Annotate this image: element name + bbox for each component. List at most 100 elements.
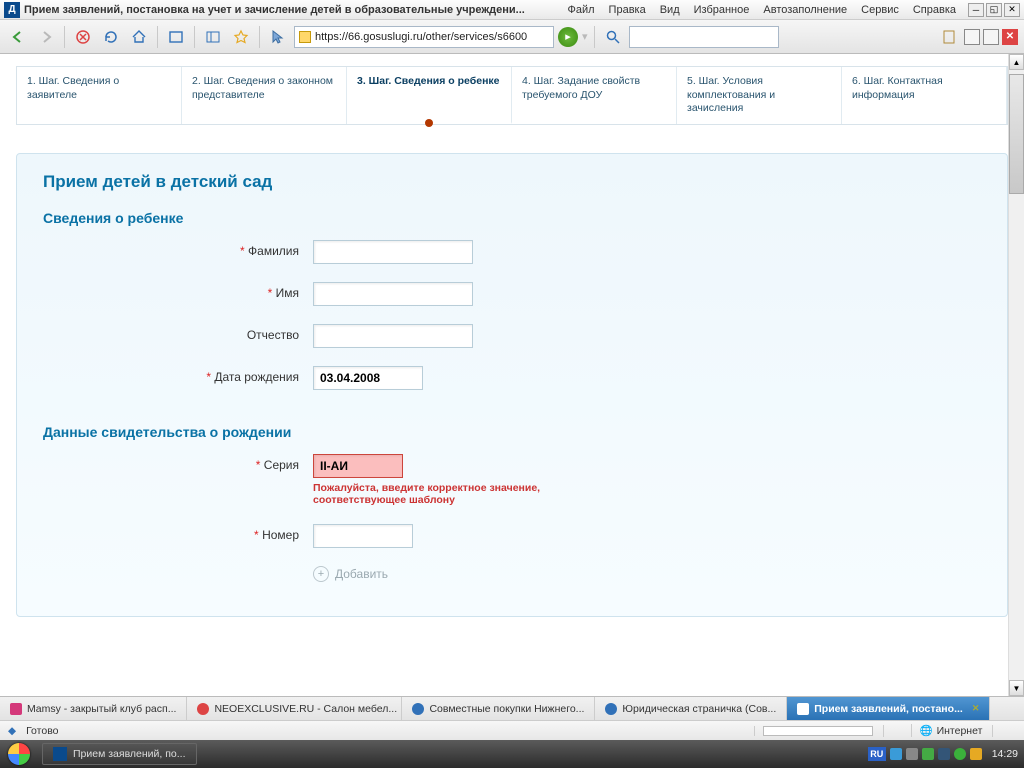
- favicon-icon: [605, 703, 617, 715]
- number-input[interactable]: [313, 524, 413, 548]
- status-ready: Готово: [26, 725, 58, 737]
- status-cell-2: [992, 725, 1016, 737]
- section-child: Сведения о ребенке: [43, 210, 981, 226]
- scroll-thumb[interactable]: [1009, 74, 1024, 194]
- status-zone: Интернет: [937, 725, 983, 737]
- bookmark-button[interactable]: [229, 25, 253, 49]
- toggle-2[interactable]: [983, 29, 999, 45]
- lastname-label: Фамилия: [248, 244, 299, 258]
- series-label: Серия: [264, 458, 299, 472]
- dob-label: Дата рождения: [214, 370, 299, 384]
- pointer-icon[interactable]: [266, 25, 290, 49]
- tray-icon[interactable]: [922, 748, 934, 760]
- progress-bar: [763, 726, 873, 736]
- app-icon: Д: [4, 2, 20, 18]
- add-button[interactable]: + Добавить: [313, 566, 981, 582]
- refresh-button[interactable]: [99, 25, 123, 49]
- favicon-icon: [197, 703, 209, 715]
- url-text: https://66.gosuslugi.ru/other/services/s…: [315, 31, 549, 43]
- restore-button[interactable]: ◱: [986, 3, 1002, 17]
- section-certificate: Данные свидетельства о рождении: [43, 424, 981, 440]
- language-indicator[interactable]: RU: [868, 747, 886, 761]
- address-bar[interactable]: https://66.gosuslugi.ru/other/services/s…: [294, 26, 554, 48]
- series-error: Пожалуйста, введите корректное значение,…: [313, 482, 563, 506]
- step-1[interactable]: 1. Шаг. Сведения о заявителе: [17, 67, 182, 124]
- status-bar: ◆ Готово 🌐 Интернет: [0, 720, 1024, 740]
- minimize-button[interactable]: ─: [968, 3, 984, 17]
- tray-icon[interactable]: [906, 748, 918, 760]
- menu-file[interactable]: Файл: [562, 2, 601, 18]
- tab-5-active[interactable]: Прием заявлений, постано... ✕: [787, 697, 990, 720]
- menu-favorites[interactable]: Избранное: [688, 2, 756, 18]
- plus-icon: +: [313, 566, 329, 582]
- add-label: Добавить: [335, 567, 388, 581]
- middlename-label: Отчество: [247, 328, 299, 342]
- menu-autofill[interactable]: Автозаполнение: [757, 2, 853, 18]
- menu-view[interactable]: Вид: [654, 2, 686, 18]
- scroll-down-icon[interactable]: ▼: [1009, 680, 1024, 696]
- lastname-input[interactable]: [313, 240, 473, 264]
- stop-button[interactable]: [71, 25, 95, 49]
- toggle-1[interactable]: [964, 29, 980, 45]
- favicon-icon: [412, 703, 424, 715]
- firstname-label: Имя: [276, 286, 299, 300]
- step-2[interactable]: 2. Шаг. Сведения о законном представител…: [182, 67, 347, 124]
- step-tabs: 1. Шаг. Сведения о заявителе 2. Шаг. Све…: [16, 66, 1008, 125]
- tab-label: Юридическая страничка (Сов...: [622, 703, 776, 715]
- scroll-up-icon[interactable]: ▲: [1009, 54, 1024, 70]
- step-3[interactable]: 3. Шаг. Сведения о ребенке: [347, 67, 512, 124]
- forward-button[interactable]: [34, 25, 58, 49]
- start-button[interactable]: [0, 740, 38, 768]
- favicon-icon: [797, 703, 809, 715]
- tab-2[interactable]: NEOEXCLUSIVE.RU - Салон мебел...: [187, 697, 402, 720]
- taskbar-app-label: Прием заявлений, по...: [73, 748, 186, 760]
- home-button[interactable]: [127, 25, 151, 49]
- series-input[interactable]: [313, 454, 403, 478]
- menu-bar: Файл Правка Вид Избранное Автозаполнение…: [562, 2, 963, 18]
- scrollbar[interactable]: ▲ ▼: [1008, 54, 1024, 696]
- tab-close-icon[interactable]: ✕: [972, 703, 980, 714]
- panel-button[interactable]: [201, 25, 225, 49]
- tab-label: Совместные покупки Нижнего...: [429, 703, 584, 715]
- dob-input[interactable]: [313, 366, 423, 390]
- tab-4[interactable]: Юридическая страничка (Сов...: [595, 697, 787, 720]
- number-label: Номер: [262, 528, 299, 542]
- browser-tabs: Mamsy - закрытый клуб расп... NEOEXCLUSI…: [0, 696, 1024, 720]
- tab-1[interactable]: Mamsy - закрытый клуб расп...: [0, 697, 187, 720]
- form-title: Прием детей в детский сад: [43, 172, 981, 192]
- tab-label: NEOEXCLUSIVE.RU - Салон мебел...: [214, 703, 397, 715]
- new-window-icon[interactable]: [164, 25, 188, 49]
- step-6[interactable]: 6. Шаг. Контактная информация: [842, 67, 1007, 124]
- menu-service[interactable]: Сервис: [855, 2, 905, 18]
- tab-label: Прием заявлений, постано...: [814, 703, 963, 715]
- search-icon[interactable]: [601, 25, 625, 49]
- taskbar-app[interactable]: Прием заявлений, по...: [42, 743, 197, 765]
- search-input[interactable]: [629, 26, 779, 48]
- clock[interactable]: 14:29: [992, 748, 1018, 760]
- firstname-input[interactable]: [313, 282, 473, 306]
- tab-3[interactable]: Совместные покупки Нижнего...: [402, 697, 595, 720]
- tray-icon[interactable]: [890, 748, 902, 760]
- step-4[interactable]: 4. Шаг. Задание свойств требуемого ДОУ: [512, 67, 677, 124]
- back-button[interactable]: [6, 25, 30, 49]
- system-tray: RU 14:29: [868, 747, 1018, 761]
- window-title: Прием заявлений, постановка на учет и за…: [24, 4, 525, 16]
- go-button[interactable]: ▸: [558, 27, 578, 47]
- close-button[interactable]: ✕: [1004, 3, 1020, 17]
- tray-icon[interactable]: [954, 748, 966, 760]
- form-card: Прием детей в детский сад Сведения о реб…: [16, 153, 1008, 617]
- status-cell: [883, 725, 901, 737]
- menu-edit[interactable]: Правка: [603, 2, 652, 18]
- taskbar: Прием заявлений, по... RU 14:29: [0, 740, 1024, 768]
- windows-icon: [8, 743, 30, 765]
- toolbar-close-icon[interactable]: ✕: [1002, 29, 1018, 45]
- menu-help[interactable]: Справка: [907, 2, 962, 18]
- middlename-input[interactable]: [313, 324, 473, 348]
- step-5[interactable]: 5. Шаг. Условия комплектования и зачисле…: [677, 67, 842, 124]
- tray-icon[interactable]: [938, 748, 950, 760]
- title-bar: Д Прием заявлений, постановка на учет и …: [0, 0, 1024, 20]
- doc-icon[interactable]: [937, 25, 961, 49]
- toolbar: https://66.gosuslugi.ru/other/services/s…: [0, 20, 1024, 54]
- lock-icon: [299, 31, 311, 43]
- tray-icon[interactable]: [970, 748, 982, 760]
